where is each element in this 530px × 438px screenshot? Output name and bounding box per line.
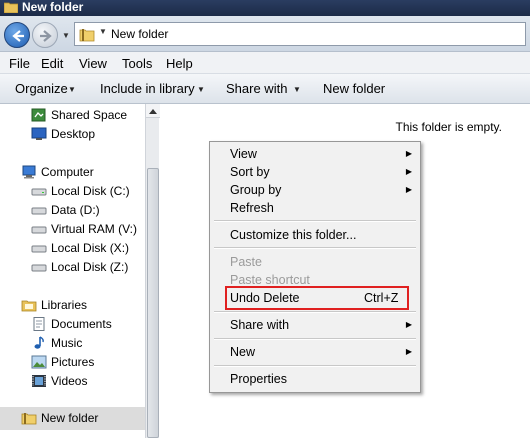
tree-label: Data (D:) xyxy=(51,203,100,217)
menu-divider xyxy=(214,365,416,367)
window-title: New folder xyxy=(22,0,84,14)
forward-button[interactable] xyxy=(32,22,58,48)
hard-drive-icon xyxy=(31,188,47,196)
scroll-up-icon xyxy=(149,109,157,114)
menu-item-view[interactable]: View ▶ xyxy=(212,145,418,163)
menu-item-paste: Paste xyxy=(212,253,418,271)
menu-divider xyxy=(214,247,416,249)
menu-item-label: View xyxy=(230,147,257,161)
tree-label: Music xyxy=(51,336,83,350)
menu-item-label: Sort by xyxy=(230,165,270,179)
scroll-thumb[interactable] xyxy=(147,168,159,438)
menu-file[interactable]: File xyxy=(9,56,30,71)
submenu-arrow-icon: ▶ xyxy=(405,185,412,194)
include-dropdown-icon: ▼ xyxy=(197,85,205,94)
navigation-bar: ▼ ▼ New folder xyxy=(0,16,530,52)
tree-label: Local Disk (X:) xyxy=(51,241,130,255)
menu-item-sort-by[interactable]: Sort by ▶ xyxy=(212,163,418,181)
menu-item-share-with[interactable]: Share with ▶ xyxy=(212,316,418,334)
submenu-arrow-icon: ▶ xyxy=(405,149,412,158)
menu-divider xyxy=(214,311,416,313)
menu-item-label: Properties xyxy=(230,372,287,386)
menu-item-label: Refresh xyxy=(230,201,274,215)
tree-label: Libraries xyxy=(41,298,88,312)
highlight-box xyxy=(225,286,409,310)
recent-pages-dropdown[interactable]: ▼ xyxy=(62,31,70,40)
menu-item-group-by[interactable]: Group by ▶ xyxy=(212,181,418,199)
address-bar[interactable]: ▼ New folder xyxy=(74,22,526,46)
include-in-library-button[interactable]: Include in library xyxy=(100,81,195,96)
menu-item-properties[interactable]: Properties xyxy=(212,370,418,388)
tree-label: Documents xyxy=(51,317,112,331)
new-folder-button[interactable]: New folder xyxy=(323,81,385,96)
command-bar: Organize ▼ Include in library ▼ Share wi… xyxy=(0,74,530,104)
folder-icon xyxy=(79,29,95,42)
menu-item-label: New xyxy=(230,345,256,359)
menu-edit[interactable]: Edit xyxy=(41,56,63,71)
title-bar: New folder xyxy=(0,0,530,16)
scroll-up-button[interactable] xyxy=(146,104,160,118)
menu-view[interactable]: View xyxy=(79,56,107,71)
menu-item-label: Share with xyxy=(230,318,290,332)
submenu-arrow-icon: ▶ xyxy=(405,347,412,356)
tree-label: Desktop xyxy=(51,127,96,141)
menu-item-label: Customize this folder... xyxy=(230,228,357,242)
navigation-scrollbar[interactable] xyxy=(145,104,160,438)
tree-label: Shared Space xyxy=(51,108,128,122)
empty-folder-message: This folder is empty. xyxy=(395,120,502,134)
breadcrumb-separator[interactable]: ▼ xyxy=(99,27,107,36)
music-icon xyxy=(34,336,44,349)
tree-label: Virtual RAM (V:) xyxy=(51,222,138,236)
menu-item-label: Paste xyxy=(230,255,262,269)
back-button[interactable] xyxy=(4,22,30,48)
menu-bar: File Edit View Tools Help xyxy=(0,52,530,74)
tree-label: Videos xyxy=(51,374,88,388)
menu-item-refresh[interactable]: Refresh xyxy=(212,199,418,217)
menu-item-customize[interactable]: Customize this folder... xyxy=(212,226,418,244)
pictures-icon xyxy=(31,355,47,369)
folder-icon xyxy=(21,413,37,425)
folder-icon xyxy=(4,2,18,13)
hard-drive-icon xyxy=(31,226,47,234)
libraries-icon xyxy=(21,300,37,312)
navigation-pane: Shared Space Desktop Computer Local Disk… xyxy=(0,104,145,438)
documents-icon xyxy=(33,317,45,331)
breadcrumb[interactable]: New folder xyxy=(111,27,168,41)
tree-label: Computer xyxy=(41,165,94,179)
organize-button[interactable]: Organize xyxy=(15,81,68,96)
hard-drive-icon xyxy=(31,207,47,215)
back-arrow-icon xyxy=(12,30,24,42)
share-dropdown-icon: ▼ xyxy=(293,85,301,94)
submenu-arrow-icon: ▶ xyxy=(405,320,412,329)
tree-label: Pictures xyxy=(51,355,95,369)
videos-icon xyxy=(32,375,46,387)
hard-drive-icon xyxy=(31,264,47,272)
menu-divider xyxy=(214,338,416,340)
tree-label: New folder xyxy=(41,411,99,425)
menu-item-new[interactable]: New ▶ xyxy=(212,343,418,361)
shared-space-icon xyxy=(31,108,46,122)
computer-icon xyxy=(22,165,36,179)
share-with-button[interactable]: Share with xyxy=(226,81,287,96)
hard-drive-icon xyxy=(31,245,47,253)
menu-tools[interactable]: Tools xyxy=(122,56,152,71)
organize-dropdown-icon: ▼ xyxy=(68,85,76,94)
menu-item-label: Paste shortcut xyxy=(230,273,310,287)
menu-help[interactable]: Help xyxy=(166,56,193,71)
menu-item-label: Group by xyxy=(230,183,282,197)
submenu-arrow-icon: ▶ xyxy=(405,167,412,176)
tree-label: Local Disk (C:) xyxy=(51,184,130,198)
desktop-icon xyxy=(31,127,47,140)
forward-arrow-icon xyxy=(40,30,52,42)
context-menu: View ▶ Sort by ▶ Group by ▶ Refresh Cust… xyxy=(209,141,421,393)
menu-divider xyxy=(214,220,416,222)
tree-label: Local Disk (Z:) xyxy=(51,260,129,274)
